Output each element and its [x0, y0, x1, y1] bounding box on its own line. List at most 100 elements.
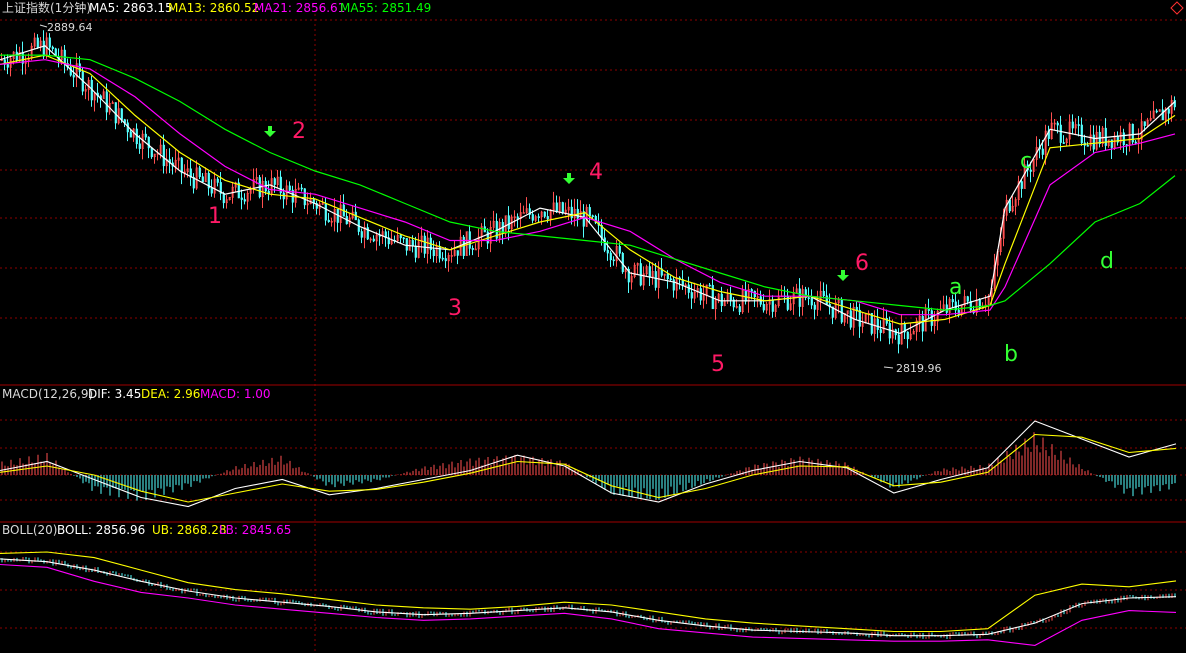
candle-body	[1056, 122, 1059, 126]
candle-body	[438, 245, 441, 259]
ma55-line	[0, 54, 1176, 311]
candle-body	[1092, 134, 1095, 150]
boll-mid-line	[0, 558, 1177, 637]
candle-body	[618, 246, 621, 254]
candle-body	[609, 252, 612, 261]
annotation-1: 1	[208, 204, 222, 229]
high-price-mark: 2889.64	[47, 21, 93, 34]
candle-body	[570, 206, 573, 219]
candle-body	[1086, 145, 1089, 147]
candle-body	[240, 197, 243, 200]
down-arrow-icon	[563, 173, 575, 184]
annotation-4: 4	[589, 160, 603, 185]
candle-body	[744, 289, 747, 302]
candle-body	[402, 237, 405, 240]
candle-body	[129, 131, 132, 138]
candle-body	[921, 316, 924, 332]
candle-body	[930, 310, 933, 326]
macd-panel[interactable]	[0, 420, 1177, 508]
candle-body	[858, 309, 861, 327]
candle-body	[273, 178, 276, 185]
candle-body	[372, 238, 375, 242]
candle-body	[555, 202, 558, 212]
candle-body	[603, 237, 606, 251]
candle-body	[216, 178, 219, 183]
candle-body	[945, 304, 948, 313]
candle-body	[1134, 141, 1137, 144]
down-arrow-icon	[264, 126, 276, 137]
candle-body	[327, 219, 330, 222]
candle-body	[654, 271, 657, 288]
candle-body	[849, 310, 852, 328]
candle-body	[738, 306, 741, 313]
candle-body	[669, 278, 672, 281]
candle-body	[201, 176, 204, 182]
candle-body	[72, 74, 75, 78]
candle-body	[729, 294, 732, 301]
candle-body	[360, 231, 363, 238]
candle-body	[906, 331, 909, 340]
ma5-label: MA5: 2863.15	[89, 1, 173, 15]
candle-body	[690, 292, 693, 299]
candle-body	[546, 216, 549, 220]
annotation-2: 2	[292, 119, 306, 144]
ma13-label: MA13: 2860.52	[168, 1, 259, 15]
price-panel[interactable]	[0, 30, 1176, 354]
candle-body	[672, 279, 675, 291]
candle-body	[150, 147, 153, 158]
candle-body	[876, 318, 879, 330]
candle-body	[612, 259, 615, 262]
candle-body	[1041, 148, 1044, 155]
boll-bars	[1, 556, 1176, 640]
candle-body	[753, 290, 756, 298]
candle-body	[414, 245, 417, 258]
boll-lines	[0, 551, 1177, 646]
candle-body	[531, 214, 534, 221]
candle-body	[399, 235, 402, 239]
diamond-icon[interactable]	[1170, 1, 1184, 15]
candle-body	[1071, 121, 1074, 129]
dea-line	[0, 433, 1177, 503]
candle-body	[198, 167, 201, 177]
candle-body	[411, 240, 414, 247]
candle-body	[48, 37, 51, 48]
candle-body	[870, 312, 873, 334]
dif-line	[0, 420, 1177, 508]
candle-body	[243, 199, 246, 202]
candle-body	[36, 37, 39, 48]
candle-body	[300, 187, 303, 190]
candle-body	[120, 108, 123, 120]
moving-average-lines	[0, 45, 1176, 334]
candle-body	[303, 188, 306, 206]
annotation-a: a	[949, 275, 962, 300]
candle-body	[1077, 124, 1080, 126]
candle-body	[978, 299, 981, 309]
boll-lower-line	[0, 563, 1177, 646]
candle-body	[1080, 124, 1083, 144]
candle-body	[708, 284, 711, 287]
macd-title: MACD(12,26,9)	[2, 387, 93, 401]
candle-body	[456, 250, 459, 256]
ma21-line	[0, 59, 1176, 316]
candle-body	[1167, 108, 1170, 114]
annotation-d: d	[1100, 249, 1114, 274]
candle-body	[840, 299, 843, 323]
annotation-6: 6	[855, 251, 869, 276]
candle-body	[51, 46, 54, 50]
candle-body	[15, 51, 18, 62]
candle-body	[78, 63, 81, 72]
ma13-line	[0, 54, 1176, 325]
candle-body	[1059, 124, 1062, 143]
candle-body	[6, 64, 9, 68]
candle-body	[432, 249, 435, 257]
candle-body	[537, 216, 540, 218]
candle-body	[771, 299, 774, 312]
annotation-5: 5	[711, 352, 725, 377]
boll-panel[interactable]	[0, 551, 1177, 646]
candle-body	[762, 303, 765, 311]
low-price-mark: 2819.96	[896, 362, 942, 375]
candle-body	[444, 258, 447, 262]
candle-body	[222, 193, 225, 204]
annotation-b: b	[1004, 342, 1018, 367]
candle-body	[606, 249, 609, 254]
